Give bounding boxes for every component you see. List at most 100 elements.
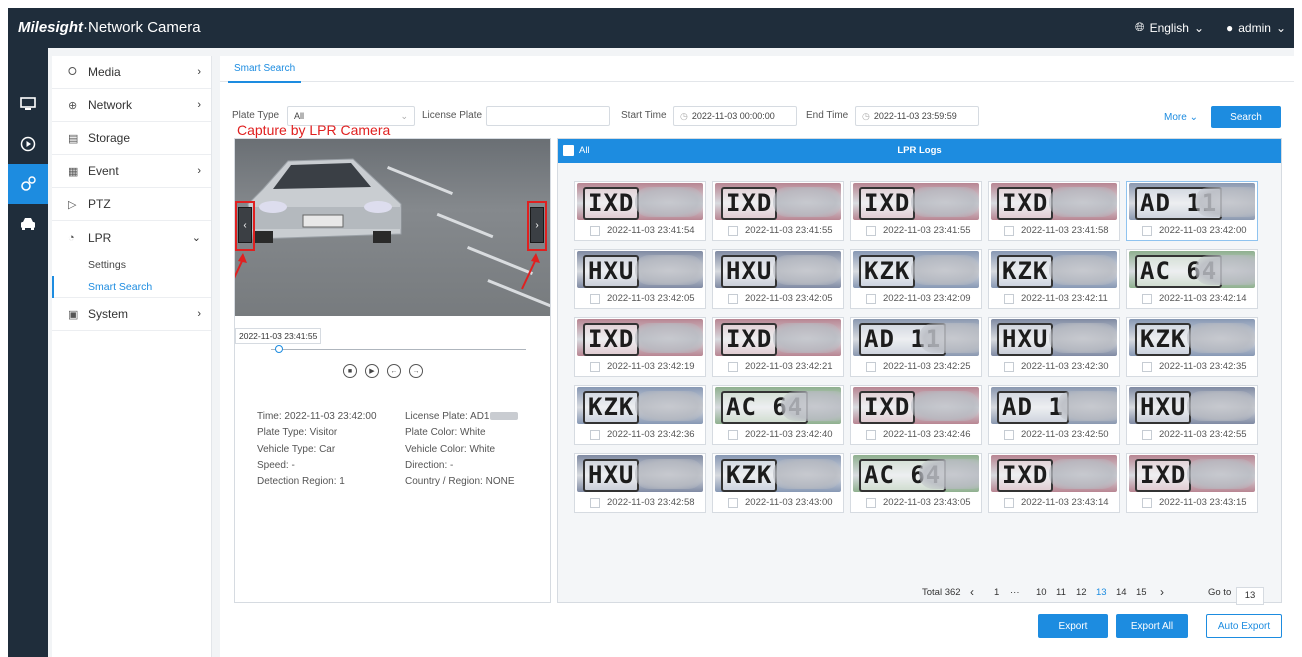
- license-plate-input[interactable]: [486, 106, 610, 126]
- end-time-input[interactable]: ◷ 2022-11-03 23:59:59: [855, 106, 979, 126]
- log-checkbox[interactable]: [866, 430, 876, 440]
- plate-thumbnail[interactable]: KZK: [853, 251, 979, 288]
- log-item[interactable]: HXU 2022-11-03 23:42:05: [712, 249, 844, 309]
- export-button[interactable]: Export: [1038, 614, 1108, 638]
- log-item[interactable]: AC 64 2022-11-03 23:43:05: [850, 453, 982, 513]
- plate-thumbnail[interactable]: HXU: [577, 251, 703, 288]
- log-checkbox[interactable]: [1142, 362, 1152, 372]
- log-item[interactable]: IXD 2022-11-03 23:43:14: [988, 453, 1120, 513]
- step-back-icon[interactable]: ←: [387, 364, 401, 378]
- play-icon[interactable]: ▶: [365, 364, 379, 378]
- log-checkbox[interactable]: [866, 226, 876, 236]
- plate-thumbnail[interactable]: IXD: [715, 183, 841, 220]
- log-item[interactable]: KZK 2022-11-03 23:42:36: [574, 385, 706, 445]
- menu-item-storage[interactable]: ▤ Storage: [52, 122, 211, 155]
- log-item[interactable]: AD 1 2022-11-03 23:42:50: [988, 385, 1120, 445]
- log-item[interactable]: HXU 2022-11-03 23:42:05: [574, 249, 706, 309]
- submenu-item-settings[interactable]: Settings: [52, 254, 211, 276]
- plate-thumbnail[interactable]: KZK: [1129, 319, 1255, 356]
- plate-thumbnail[interactable]: HXU: [577, 455, 703, 492]
- plate-thumbnail[interactable]: HXU: [715, 251, 841, 288]
- plate-thumbnail[interactable]: AD 1: [991, 387, 1117, 424]
- prev-page-button[interactable]: ‹: [970, 585, 974, 599]
- prev-image-button[interactable]: ‹: [238, 207, 252, 243]
- log-checkbox[interactable]: [728, 498, 738, 508]
- log-checkbox[interactable]: [1142, 498, 1152, 508]
- timeline-slider[interactable]: [271, 349, 526, 350]
- auto-export-button[interactable]: Auto Export: [1206, 614, 1282, 638]
- log-checkbox[interactable]: [1004, 294, 1014, 304]
- plate-thumbnail[interactable]: KZK: [577, 387, 703, 424]
- log-checkbox[interactable]: [1142, 294, 1152, 304]
- log-checkbox[interactable]: [1004, 498, 1014, 508]
- plate-thumbnail[interactable]: IXD: [853, 387, 979, 424]
- menu-item-lpr[interactable]: ◔ LPR ⌄: [52, 221, 211, 254]
- log-item[interactable]: HXU 2022-11-03 23:42:58: [574, 453, 706, 513]
- log-checkbox[interactable]: [1142, 226, 1152, 236]
- log-item[interactable]: KZK 2022-11-03 23:42:11: [988, 249, 1120, 309]
- log-item[interactable]: IXD 2022-11-03 23:42:46: [850, 385, 982, 445]
- log-item[interactable]: IXD 2022-11-03 23:41:58: [988, 181, 1120, 241]
- language-selector[interactable]: 🌐︎ English ⌄: [1135, 20, 1204, 35]
- menu-item-ptz[interactable]: ▷ PTZ: [52, 188, 211, 221]
- plate-thumbnail[interactable]: IXD: [715, 319, 841, 356]
- goto-input[interactable]: 13: [1236, 587, 1264, 605]
- log-item[interactable]: HXU 2022-11-03 23:42:55: [1126, 385, 1258, 445]
- menu-item-network[interactable]: ⊕ Network ›: [52, 89, 211, 122]
- log-checkbox[interactable]: [866, 498, 876, 508]
- log-item[interactable]: KZK 2022-11-03 23:42:09: [850, 249, 982, 309]
- next-page-button[interactable]: ›: [1160, 585, 1164, 599]
- log-item[interactable]: IXD 2022-11-03 23:41:55: [850, 181, 982, 241]
- log-checkbox[interactable]: [590, 294, 600, 304]
- page-13[interactable]: 13: [1096, 587, 1107, 598]
- tab-smart-search[interactable]: Smart Search: [228, 56, 302, 83]
- page-15[interactable]: 15: [1136, 587, 1147, 598]
- plate-thumbnail[interactable]: AD 11: [853, 319, 979, 356]
- page-ellipsis[interactable]: ···: [1010, 587, 1020, 598]
- log-checkbox[interactable]: [1004, 362, 1014, 372]
- log-checkbox[interactable]: [866, 294, 876, 304]
- export-all-button[interactable]: Export All: [1116, 614, 1188, 638]
- plate-thumbnail[interactable]: AC 64: [1129, 251, 1255, 288]
- car-icon[interactable]: [8, 204, 48, 244]
- menu-item-system[interactable]: ▣ System ›: [52, 298, 211, 331]
- page-11[interactable]: 11: [1056, 587, 1066, 598]
- log-item[interactable]: KZK 2022-11-03 23:43:00: [712, 453, 844, 513]
- page-14[interactable]: 14: [1116, 587, 1127, 598]
- menu-item-media[interactable]: ⭘ Media ›: [52, 56, 211, 89]
- plate-thumbnail[interactable]: HXU: [1129, 387, 1255, 424]
- log-item[interactable]: IXD 2022-11-03 23:42:21: [712, 317, 844, 377]
- more-toggle[interactable]: More ⌄: [1164, 112, 1198, 123]
- page-12[interactable]: 12: [1076, 587, 1087, 598]
- log-item[interactable]: AD 11 2022-11-03 23:42:00: [1126, 181, 1258, 241]
- plate-thumbnail[interactable]: IXD: [853, 183, 979, 220]
- log-checkbox[interactable]: [866, 362, 876, 372]
- log-checkbox[interactable]: [1142, 430, 1152, 440]
- page-10[interactable]: 10: [1036, 587, 1047, 598]
- log-item[interactable]: AC 64 2022-11-03 23:42:14: [1126, 249, 1258, 309]
- search-button[interactable]: Search: [1211, 106, 1281, 128]
- page-1[interactable]: 1: [994, 587, 999, 598]
- plate-thumbnail[interactable]: IXD: [991, 455, 1117, 492]
- plate-thumbnail[interactable]: IXD: [1129, 455, 1255, 492]
- plate-thumbnail[interactable]: IXD: [577, 183, 703, 220]
- plate-thumbnail[interactable]: AD 11: [1129, 183, 1255, 220]
- log-checkbox[interactable]: [728, 226, 738, 236]
- plate-thumbnail[interactable]: IXD: [991, 183, 1117, 220]
- log-item[interactable]: HXU 2022-11-03 23:42:30: [988, 317, 1120, 377]
- plate-thumbnail[interactable]: AC 64: [715, 387, 841, 424]
- start-time-input[interactable]: ◷ 2022-11-03 00:00:00: [673, 106, 797, 126]
- settings-icon[interactable]: [8, 164, 48, 204]
- log-checkbox[interactable]: [728, 362, 738, 372]
- plate-thumbnail[interactable]: HXU: [991, 319, 1117, 356]
- log-item[interactable]: IXD 2022-11-03 23:41:55: [712, 181, 844, 241]
- play-icon[interactable]: [8, 124, 48, 164]
- log-item[interactable]: AD 11 2022-11-03 23:42:25: [850, 317, 982, 377]
- timeline-knob[interactable]: [274, 345, 283, 353]
- next-image-button[interactable]: ›: [530, 207, 544, 243]
- log-item[interactable]: KZK 2022-11-03 23:42:35: [1126, 317, 1258, 377]
- plate-thumbnail[interactable]: KZK: [991, 251, 1117, 288]
- log-item[interactable]: IXD 2022-11-03 23:43:15: [1126, 453, 1258, 513]
- plate-thumbnail[interactable]: KZK: [715, 455, 841, 492]
- monitor-icon[interactable]: [8, 84, 48, 124]
